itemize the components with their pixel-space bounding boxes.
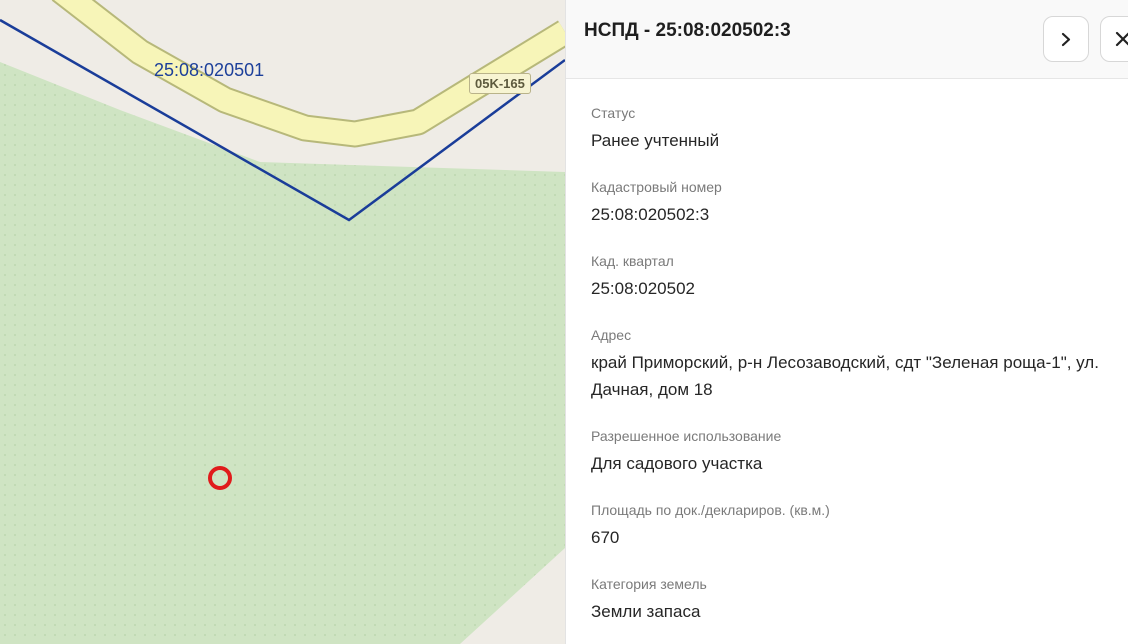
field-cadastral-number: Кадастровый номер 25:08:020502:3: [591, 178, 1121, 228]
field-cadastral-quarter: Кад. квартал 25:08:020502: [591, 252, 1121, 302]
panel-title: НСПД - 25:08:020502:3: [584, 20, 791, 41]
field-label: Кад. квартал: [591, 253, 674, 269]
field-label: Кадастровый номер: [591, 179, 722, 195]
chevron-right-icon: [1061, 32, 1071, 47]
field-status: Статус Ранее учтенный: [591, 104, 1121, 154]
field-value: Ранее учтенный: [591, 131, 720, 150]
field-address: Адрес край Приморский, р-н Лесозаводский…: [591, 326, 1121, 403]
land-parcel-area[interactable]: [0, 62, 565, 644]
parcel-attributes: Статус Ранее учтенный Кадастровый номер …: [591, 104, 1121, 644]
map-canvas[interactable]: [0, 0, 565, 644]
field-value: 25:08:020502:3: [591, 205, 710, 224]
field-value: Земли запаса: [591, 602, 701, 621]
close-button[interactable]: [1100, 16, 1128, 62]
cadastral-quarter-label: 25:08:020501: [154, 60, 265, 80]
field-area: Площадь по док./деклариров. (кв.м.) 670: [591, 501, 1121, 551]
map-view[interactable]: 25:08:020501 05K-165: [0, 0, 565, 644]
field-value: Для садового участка: [591, 454, 763, 473]
field-value: 670: [591, 528, 620, 547]
road-number-badge: 05K-165: [469, 73, 531, 94]
field-value: 25:08:020502: [591, 279, 695, 298]
field-label: Разрешенное использование: [591, 428, 782, 444]
field-land-category: Категория земель Земли запаса: [591, 575, 1121, 625]
road[interactable]: [54, 0, 565, 146]
next-button[interactable]: [1043, 16, 1089, 62]
parcel-info-panel: НСПД - 25:08:020502:3 Статус Ранее учтен…: [565, 0, 1128, 644]
panel-header: НСПД - 25:08:020502:3: [566, 0, 1128, 79]
field-value: край Приморский, р-н Лесозаводский, сдт …: [591, 353, 1099, 399]
field-label: Площадь по док./деклариров. (кв.м.): [591, 502, 830, 518]
field-permitted-use: Разрешенное использование Для садового у…: [591, 427, 1121, 477]
field-label: Статус: [591, 105, 636, 121]
field-label: Адрес: [591, 327, 632, 343]
close-icon: [1115, 31, 1128, 47]
field-label: Категория земель: [591, 576, 707, 592]
